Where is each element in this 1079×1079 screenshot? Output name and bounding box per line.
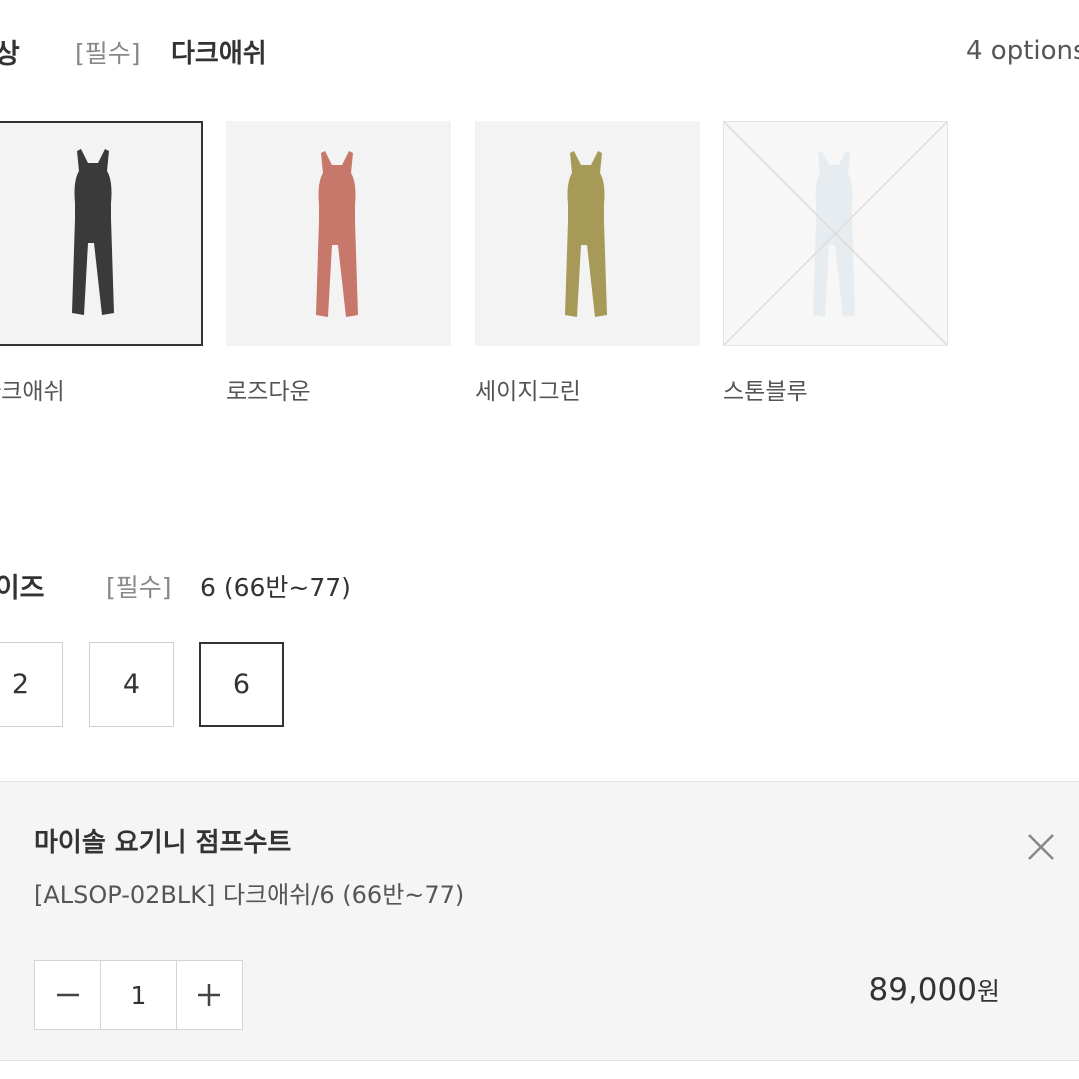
size-label: 2	[11, 669, 30, 700]
increase-quantity-button[interactable]	[177, 961, 242, 1029]
product-option-detail: [ALSOP-02BLK] 다크애쉬/6 (66반~77)	[34, 881, 465, 909]
color-required-label: [필수]	[75, 39, 141, 68]
jumpsuit-image	[72, 149, 114, 315]
quantity-input[interactable]: 1	[100, 961, 177, 1029]
product-name: 마이솔 요기니 점프수트	[34, 828, 292, 858]
size-required-label: [필수]	[106, 573, 172, 602]
swatch-label: 다크애쉬	[0, 379, 65, 405]
plus-icon	[198, 984, 221, 1006]
size-option-title: 사이즈	[0, 573, 45, 604]
color-swatch-rose-dawn[interactable]	[226, 121, 451, 346]
item-price: 89,000원	[800, 972, 1001, 1008]
jumpsuit-image	[724, 122, 947, 345]
color-option-count: 4 options	[966, 36, 1079, 66]
size-button-6[interactable]: 6	[199, 642, 284, 727]
color-swatch-stone-blue[interactable]	[723, 121, 948, 346]
swatch-label: 세이지그린	[475, 379, 581, 405]
size-label: 6	[232, 669, 251, 700]
quantity-stepper: 1	[34, 960, 243, 1030]
decrease-quantity-button[interactable]	[35, 961, 100, 1029]
color-swatch-dark-ash[interactable]	[0, 121, 203, 346]
price-amount: 89,000	[868, 972, 977, 1008]
price-currency: 원	[976, 977, 1000, 1006]
selected-item-panel: 마이솔 요기니 점프수트 [ALSOP-02BLK] 다크애쉬/6 (66반~7…	[0, 781, 1079, 1061]
swatch-label: 로즈다운	[226, 379, 311, 405]
remove-item-button[interactable]	[1025, 831, 1057, 863]
swatch-label: 스톤블루	[723, 379, 808, 405]
color-selected-value: 다크애쉬	[171, 39, 267, 69]
size-selected-value: 6 (66반~77)	[200, 573, 351, 602]
size-button-2[interactable]: 2	[0, 642, 63, 727]
color-option-title: 색상	[0, 39, 20, 70]
size-button-4[interactable]: 4	[89, 642, 174, 727]
minus-icon	[56, 993, 79, 997]
jumpsuit-image	[316, 151, 358, 317]
size-label: 4	[122, 669, 141, 700]
close-icon	[1028, 834, 1054, 860]
jumpsuit-image	[565, 151, 607, 317]
color-swatch-sage-green[interactable]	[475, 121, 700, 346]
